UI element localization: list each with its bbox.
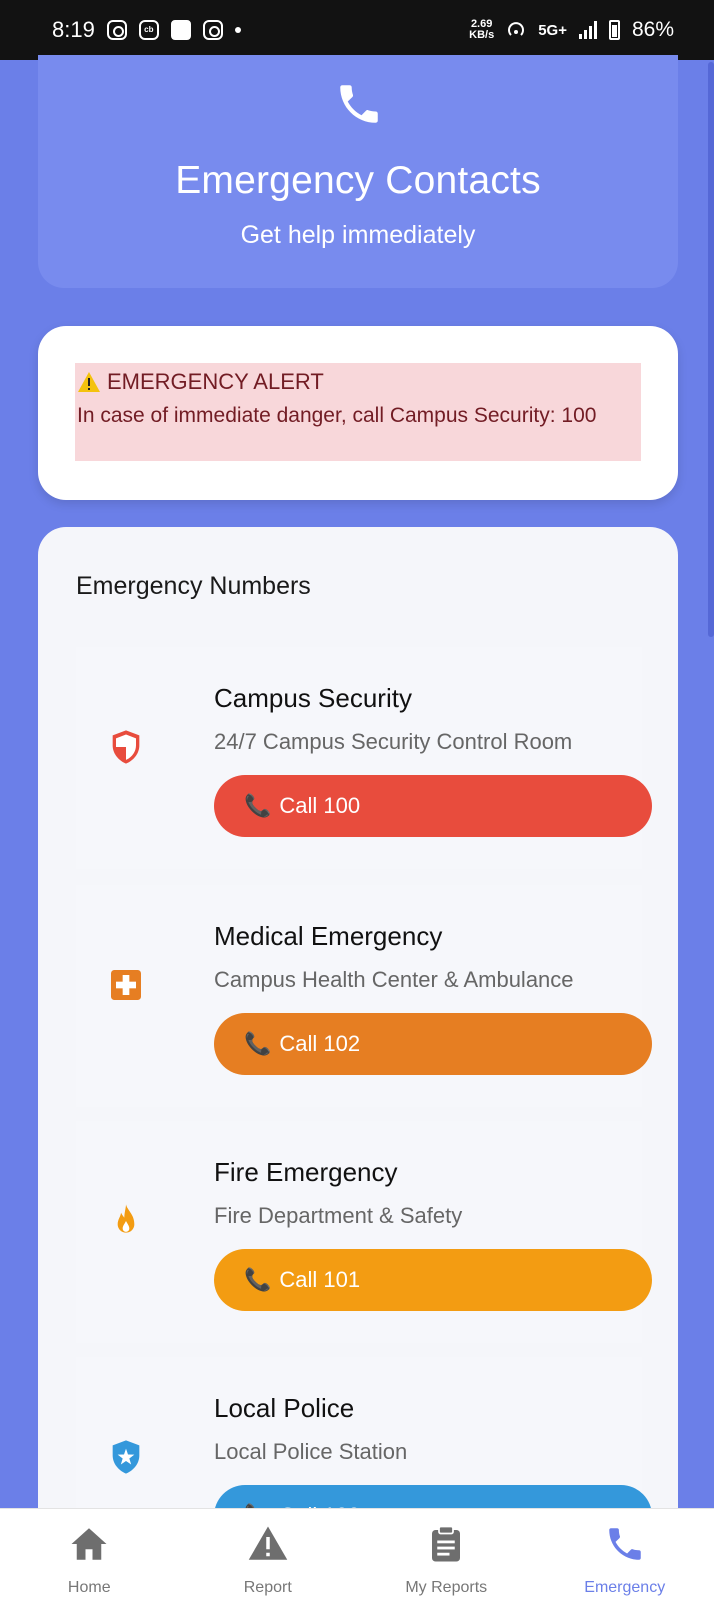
emergency-alert: EMERGENCY ALERT In case of immediate dan… bbox=[75, 363, 641, 461]
nav-label: Report bbox=[243, 1579, 292, 1596]
status-right: 2.69 KB/s 5G+ 86% bbox=[469, 18, 674, 42]
hotspot-icon bbox=[508, 22, 525, 36]
call-button-label: Call 101 bbox=[279, 1267, 361, 1292]
battery-percent: 86% bbox=[631, 18, 674, 41]
phone-icon: 📞 bbox=[244, 1267, 272, 1292]
status-left: 8:19 cb bbox=[52, 17, 241, 43]
emergency-numbers-card: Emergency Numbers Campus Security 24/7 C… bbox=[38, 527, 678, 1599]
police-shield-icon bbox=[112, 1440, 140, 1474]
status-bar: 8:19 cb 2.69 KB/s 5G+ 86% bbox=[0, 0, 714, 60]
call-button-label: Call 102 bbox=[279, 1031, 361, 1056]
nav-label: Emergency bbox=[584, 1579, 666, 1596]
contact-name: Fire Emergency bbox=[214, 1157, 398, 1187]
alert-text: In case of immediate danger, call Campus… bbox=[77, 404, 597, 427]
nav-my-reports[interactable]: My Reports bbox=[357, 1509, 536, 1599]
nav-report[interactable]: Report bbox=[179, 1509, 358, 1599]
contact-item: Medical Emergency Campus Health Center &… bbox=[76, 885, 652, 1107]
nav-label: My Reports bbox=[405, 1579, 488, 1596]
warning-icon bbox=[78, 372, 100, 392]
battery-icon bbox=[608, 20, 620, 40]
nav-emergency[interactable]: Emergency bbox=[536, 1509, 714, 1599]
more-notifications-dot-icon bbox=[234, 27, 241, 33]
medical-cross-icon bbox=[111, 970, 141, 1000]
network-type: 5G+ bbox=[538, 21, 567, 39]
header-card: Emergency Contacts Get help immediately bbox=[38, 55, 678, 288]
contact-name: Campus Security bbox=[214, 683, 412, 713]
status-time: 8:19 bbox=[52, 17, 95, 42]
page-title: Emergency Contacts bbox=[175, 159, 541, 202]
contact-item: Fire Emergency Fire Department & Safety … bbox=[76, 1121, 652, 1343]
signal-icon bbox=[578, 21, 597, 39]
call-fire-button[interactable]: 📞 Call 101 bbox=[214, 1249, 652, 1311]
network-speed: 2.69 KB/s bbox=[469, 19, 494, 41]
phone-icon bbox=[340, 85, 378, 123]
mail-icon bbox=[170, 20, 191, 40]
phone-icon: 📞 bbox=[244, 793, 272, 818]
contact-name: Medical Emergency bbox=[214, 921, 443, 951]
instagram-icon bbox=[106, 20, 127, 40]
page-subtitle: Get help immediately bbox=[240, 221, 476, 249]
contact-name: Local Police bbox=[214, 1393, 355, 1423]
contact-description: Campus Health Center & Ambulance bbox=[214, 967, 574, 992]
app-notification-icon: cb bbox=[138, 20, 159, 40]
scrollbar[interactable] bbox=[708, 62, 714, 637]
call-medical-button[interactable]: 📞 Call 102 bbox=[214, 1013, 652, 1075]
contact-item: Campus Security 24/7 Campus Security Con… bbox=[76, 647, 652, 869]
section-title: Emergency Numbers bbox=[76, 572, 311, 600]
warning-triangle-icon bbox=[248, 1526, 287, 1560]
bottom-navigation: Home Report My Reports Emergency bbox=[0, 1508, 714, 1599]
instagram-icon bbox=[202, 20, 223, 40]
call-campus-security-button[interactable]: 📞 Call 100 bbox=[214, 775, 652, 837]
alert-title: EMERGENCY ALERT bbox=[107, 369, 324, 394]
alert-title-row: EMERGENCY ALERT bbox=[77, 369, 639, 395]
nav-label: Home bbox=[67, 1579, 111, 1596]
phone-icon bbox=[609, 1528, 641, 1560]
contact-description: Fire Department & Safety bbox=[214, 1203, 463, 1228]
call-button-label: Call 100 bbox=[279, 793, 361, 818]
clipboard-icon bbox=[432, 1525, 461, 1562]
alert-card: EMERGENCY ALERT In case of immediate dan… bbox=[38, 326, 678, 500]
fire-icon bbox=[117, 1204, 135, 1233]
phone-icon: 📞 bbox=[244, 1031, 272, 1056]
home-icon bbox=[71, 1528, 107, 1560]
contact-description: 24/7 Campus Security Control Room bbox=[214, 729, 573, 754]
contact-description: Local Police Station bbox=[214, 1439, 408, 1464]
shield-icon bbox=[112, 730, 140, 764]
network-speed-unit: KB/s bbox=[469, 29, 495, 41]
nav-home[interactable]: Home bbox=[0, 1509, 179, 1599]
